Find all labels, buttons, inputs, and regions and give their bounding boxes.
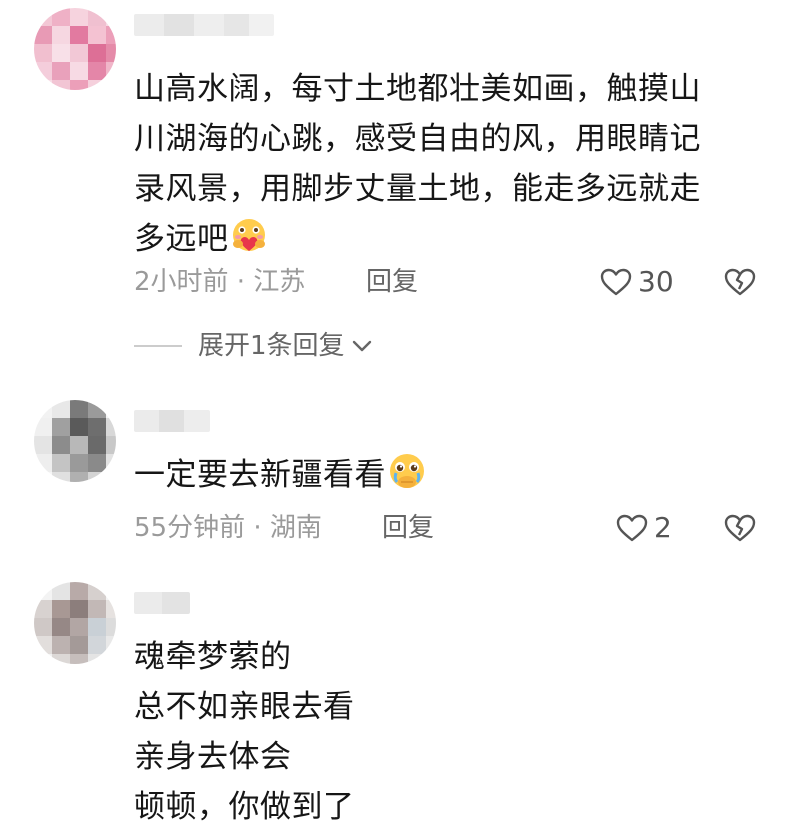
comment-line: 山高水阔，每寸土地都壮美如画，触摸山 — [134, 71, 701, 107]
broken-heart-icon[interactable] — [724, 514, 756, 542]
comment-line: 顿顿，你做到了 — [134, 789, 355, 825]
comment-meta: 55分钟前 · 湖南 回复 2 — [134, 508, 774, 548]
like-button[interactable]: 30 — [600, 262, 674, 302]
comment-line: 录风景，用脚步丈量土地，能走多远就走 — [134, 171, 701, 207]
like-count: 2 — [654, 511, 672, 544]
blurred-avatar-image — [34, 400, 116, 482]
username-blurred[interactable] — [134, 14, 274, 36]
blurred-avatar-image — [34, 8, 116, 90]
pleading-face-emoji — [386, 451, 428, 506]
avatar[interactable] — [34, 8, 116, 90]
comment-line: 多远吧 — [134, 221, 229, 257]
username-blurred[interactable] — [134, 592, 190, 614]
comment-line: 魂牵梦萦的 — [134, 639, 292, 675]
comment-line: 川湖海的心跳，感受自由的风，用眼睛记 — [134, 121, 701, 157]
like-button[interactable]: 2 — [616, 508, 672, 548]
time-location: 55分钟前 · 湖南 — [134, 513, 322, 543]
divider-line — [134, 345, 182, 347]
heart-outline-icon — [600, 268, 632, 296]
chevron-down-icon — [352, 340, 371, 352]
expand-replies-label: 展开1条回复 — [198, 331, 345, 361]
username-blurred[interactable] — [134, 410, 210, 432]
broken-heart-icon[interactable] — [724, 268, 756, 296]
avatar[interactable] — [34, 582, 116, 664]
comment-line: 一定要去新疆看看 — [134, 457, 386, 493]
expand-replies-button[interactable]: 展开1条回复 — [134, 326, 373, 366]
comment-text: 山高水阔，每寸土地都壮美如画，触摸山 川湖海的心跳，感受自由的风，用眼睛记 录风… — [134, 64, 774, 270]
blurred-avatar-image — [34, 582, 116, 664]
comment-line: 总不如亲眼去看 — [134, 689, 355, 725]
heart-outline-icon — [616, 514, 648, 542]
time-location: 2小时前 · 江苏 — [134, 267, 306, 297]
comment-line: 亲身去体会 — [134, 739, 292, 775]
comment-text: 魂牵梦萦的 总不如亲眼去看 亲身去体会 顿顿，你做到了 — [134, 632, 774, 832]
reply-button[interactable]: 回复 — [366, 262, 418, 302]
comment-meta: 2小时前 · 江苏 回复 30 — [134, 262, 774, 302]
avatar[interactable] — [34, 400, 116, 482]
reply-button[interactable]: 回复 — [382, 508, 434, 548]
comment-text: 一定要去新疆看看 — [134, 450, 774, 506]
like-count: 30 — [638, 265, 674, 298]
